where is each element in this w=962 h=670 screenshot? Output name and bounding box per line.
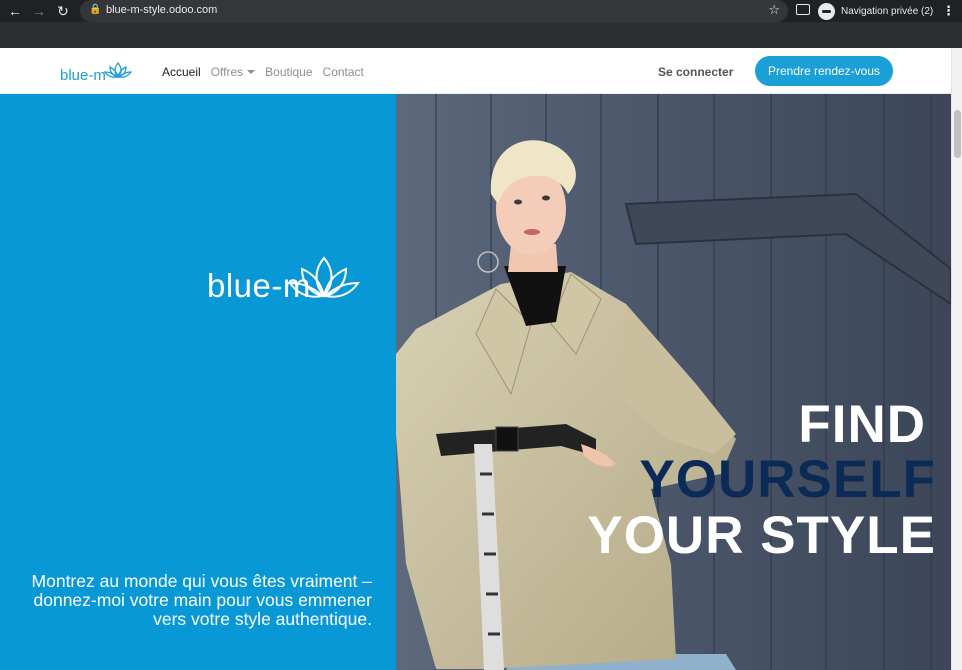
caret-down-icon [247, 70, 256, 74]
bookmark-star-icon[interactable]: ☆ [768, 2, 780, 18]
browser-toolbar: ← → ↻ 🔒 blue-m-style.odoo.com ☆ Navigati… [0, 0, 962, 22]
incognito-icon [818, 2, 835, 20]
nav-item-offres[interactable]: Offres [210, 65, 256, 79]
lock-icon: 🔒 [89, 4, 102, 15]
nav-item-accueil[interactable]: Accueil [162, 65, 201, 79]
site-logo[interactable]: blue-m [60, 58, 132, 84]
browser-bar-gap [0, 22, 962, 48]
private-profile-button[interactable]: Navigation privée (2) [818, 1, 933, 21]
nav-item-boutique[interactable]: Boutique [265, 65, 312, 79]
address-bar[interactable]: 🔒 blue-m-style.odoo.com ☆ [80, 0, 788, 22]
book-appointment-button[interactable]: Prendre rendez-vous [755, 56, 893, 86]
hero-headline-line1: FIND [798, 395, 926, 454]
lotus-icon [103, 61, 132, 78]
back-icon[interactable]: ← [6, 2, 24, 20]
signin-link[interactable]: Se connecter [658, 65, 733, 79]
hero-photo [396, 94, 951, 670]
forward-icon[interactable]: → [30, 2, 48, 20]
hero-tagline: Montrez au monde qui vous êtes vraiment … [31, 571, 372, 629]
hero-photo-illustration [396, 94, 951, 670]
hero-lotus-icon [288, 256, 360, 298]
url-text[interactable]: blue-m-style.odoo.com [106, 4, 217, 16]
cast-icon[interactable] [796, 4, 810, 15]
nav-item-offres-label: Offres [210, 65, 244, 79]
main-nav: Accueil Offres Boutique Contact [162, 65, 374, 79]
hero-headline-line3: YOUR STYLE [587, 506, 936, 565]
scrollbar-thumb[interactable] [954, 110, 961, 158]
profile-label: Navigation privée (2) [841, 5, 934, 17]
page-scrollbar[interactable] [951, 48, 962, 670]
page-viewport: blue-m Accueil Offres Boutique Contact S… [0, 48, 962, 670]
nav-item-contact[interactable]: Contact [323, 65, 364, 79]
site-logo-text: blue-m [60, 67, 106, 84]
reload-icon[interactable]: ↻ [54, 2, 72, 20]
hero-logo: blue-m [207, 252, 367, 304]
hero-headline-line2: YOURSELF [639, 450, 936, 509]
site-header: blue-m Accueil Offres Boutique Contact S… [0, 48, 951, 94]
menu-kebab-icon[interactable]: ⋮ [942, 3, 955, 19]
